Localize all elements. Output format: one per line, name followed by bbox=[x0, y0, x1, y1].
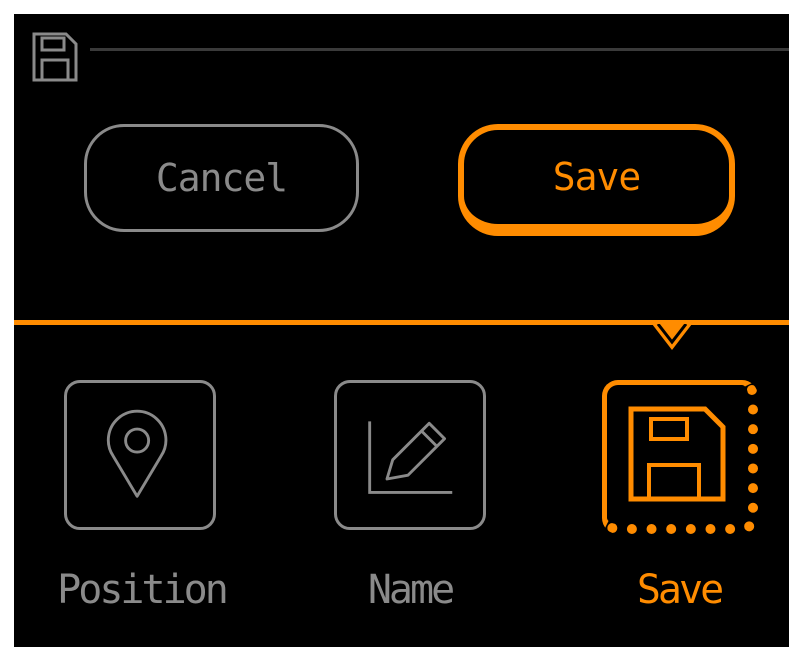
selection-pointer-icon bbox=[646, 323, 698, 352]
menu-tile-position[interactable] bbox=[64, 380, 216, 530]
menu-tile-save[interactable] bbox=[602, 380, 758, 534]
header-divider bbox=[90, 48, 789, 51]
cancel-button[interactable]: Cancel bbox=[84, 124, 359, 232]
save-button[interactable]: Save bbox=[458, 124, 735, 236]
header-bar bbox=[14, 14, 789, 94]
device-screen: Cancel Save Position Name Save bbox=[14, 14, 789, 647]
menu-label-save: Save bbox=[636, 567, 724, 613]
floppy-disk-icon bbox=[628, 406, 726, 502]
menu-tile-name[interactable] bbox=[334, 380, 486, 530]
menu-label-name: Name bbox=[367, 567, 455, 613]
save-button-label: Save bbox=[552, 155, 642, 199]
menu-label-position: Position bbox=[57, 567, 229, 613]
floppy-disk-icon bbox=[24, 24, 88, 88]
pencil-icon bbox=[368, 421, 453, 494]
cancel-button-label: Cancel bbox=[155, 156, 288, 200]
map-pin-icon bbox=[106, 409, 168, 498]
